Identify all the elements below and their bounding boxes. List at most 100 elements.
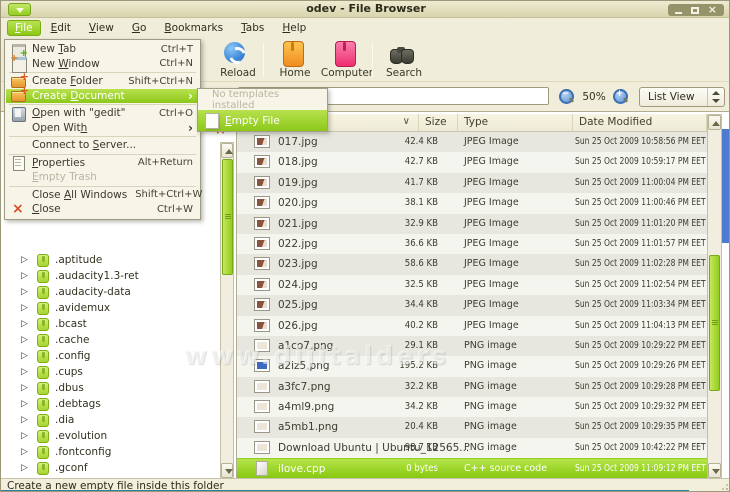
tree-item-label: .audacity1.3-ret — [55, 270, 139, 282]
table-row[interactable]: 017.jpg 42.4 KB JPEG Image Sun 25 Oct 20… — [237, 132, 707, 152]
toolbar-button[interactable]: Search — [375, 39, 427, 81]
tree-item[interactable]: ▷ .audacity-data — [1, 284, 219, 300]
list-scrollbar[interactable] — [707, 114, 722, 479]
toolbar-button[interactable]: Computer — [318, 39, 370, 81]
menu-item[interactable]: Open With › — [6, 121, 199, 136]
menu-separator — [9, 154, 196, 155]
submenu-item-label: Empty File — [225, 115, 280, 127]
table-row[interactable]: 026.jpg 40.2 KB JPEG Image Sun 25 Oct 20… — [237, 316, 707, 336]
view-mode-select[interactable]: List View — [639, 87, 725, 107]
scroll-down-arrow[interactable] — [708, 463, 721, 478]
tree-item[interactable]: ▷ .bcast — [1, 316, 219, 332]
menu-item-shortcut: Alt+Return — [138, 157, 193, 168]
tree-item[interactable]: ▷ .fontconfig — [1, 444, 219, 460]
table-row[interactable]: a3fc7.png 32.2 KB PNG image Sun 25 Oct 2… — [237, 377, 707, 397]
tree-item[interactable]: ▷ .dia — [1, 412, 219, 428]
menu-item[interactable]: Open with "gedit" Ctrl+O › — [6, 106, 199, 121]
menu-item[interactable]: Create Folder Shift+Ctrl+N › — [6, 74, 199, 89]
toolbar-button[interactable]: Home — [266, 39, 318, 81]
file-type: JPEG Image — [464, 197, 519, 208]
resize-grip[interactable] — [726, 488, 728, 490]
expander-triangle-icon[interactable]: ▷ — [21, 428, 31, 444]
file-size: 41.7 KB — [383, 177, 438, 188]
menu-item[interactable]: Connect to Server... › — [6, 138, 199, 153]
tree-item[interactable]: ▷ .aptitude — [1, 252, 219, 268]
folder-icon — [37, 446, 49, 459]
expander-triangle-icon[interactable]: ▷ — [21, 396, 31, 412]
tree-item-label: .audacity-data — [55, 286, 131, 298]
table-row[interactable]: 021.jpg 32.9 KB JPEG Image Sun 25 Oct 20… — [237, 214, 707, 234]
minimize-button[interactable] — [675, 7, 682, 14]
tree-item[interactable]: ▷ .gconf — [1, 460, 219, 476]
menu-item-icon — [11, 171, 27, 184]
close-button[interactable]: × — [708, 5, 717, 15]
menubar-item[interactable]: File — [7, 20, 41, 36]
zoom-in-button[interactable]: + — [613, 89, 629, 105]
menubar-item[interactable]: Go — [124, 20, 155, 36]
file-size: 42.4 KB — [383, 136, 438, 147]
file-thumbnail-icon — [254, 135, 270, 148]
menu-item[interactable]: Properties Alt+Return › — [6, 156, 199, 171]
scroll-up-arrow[interactable] — [221, 143, 233, 158]
file-menu-popup: New Tab Ctrl+T › New Window Ctrl+N › Cre… — [4, 39, 201, 220]
tree-item[interactable]: ▷ .avidemux — [1, 300, 219, 316]
folder-icon — [37, 414, 49, 427]
table-row[interactable]: 018.jpg 42.7 KB JPEG Image Sun 25 Oct 20… — [237, 152, 707, 172]
scrollbar-thumb[interactable] — [222, 159, 233, 275]
menu-item[interactable]: New Tab Ctrl+T › — [6, 42, 199, 57]
titlebar[interactable]: odev - File Browser × — [1, 1, 730, 18]
expander-triangle-icon[interactable]: ▷ — [21, 460, 31, 476]
tree-scrollbar[interactable] — [220, 142, 234, 479]
column-header-type[interactable]: Type — [458, 114, 573, 132]
table-row[interactable]: 023.jpg 58.6 KB JPEG Image Sun 25 Oct 20… — [237, 254, 707, 274]
table-row[interactable]: 022.jpg 36.6 KB JPEG Image Sun 25 Oct 20… — [237, 234, 707, 254]
menu-item[interactable]: Create Document › — [6, 89, 199, 104]
expander-triangle-icon[interactable]: ▷ — [21, 444, 31, 460]
table-row[interactable]: 019.jpg 41.7 KB JPEG Image Sun 25 Oct 20… — [237, 173, 707, 193]
menu-item[interactable]: Close All Windows Shift+Ctrl+W › — [6, 188, 199, 203]
submenu-item[interactable]: Empty File — [198, 110, 327, 131]
menubar-item[interactable]: Tabs — [233, 20, 272, 36]
menubar-item[interactable]: Help — [274, 20, 314, 36]
expander-triangle-icon[interactable]: ▷ — [21, 380, 31, 396]
menubar-item[interactable]: Bookmarks — [156, 20, 231, 36]
scrollbar-thumb[interactable] — [709, 255, 720, 391]
file-thumbnail-icon — [254, 319, 270, 332]
menubar-item[interactable]: View — [81, 20, 122, 36]
menu-item[interactable]: Empty Trash › — [6, 170, 199, 185]
table-row[interactable]: 020.jpg 38.1 KB JPEG Image Sun 25 Oct 20… — [237, 193, 707, 213]
toolbar-button[interactable]: Reload — [209, 39, 261, 81]
table-row[interactable]: a5mb1.png 20.4 KB PNG image Sun 25 Oct 2… — [237, 417, 707, 437]
tree-item[interactable]: ▷ .dbus — [1, 380, 219, 396]
submenu-item[interactable]: No templates installed — [198, 89, 327, 110]
tree-item[interactable]: ▷ .audacity1.3-ret — [1, 268, 219, 284]
expander-triangle-icon[interactable]: ▷ — [21, 316, 31, 332]
column-header-size[interactable]: Size — [419, 114, 458, 132]
table-row[interactable]: 024.jpg 32.5 KB JPEG Image Sun 25 Oct 20… — [237, 275, 707, 295]
expander-triangle-icon[interactable]: ▷ — [21, 332, 31, 348]
column-header-date[interactable]: Date Modified — [573, 114, 707, 132]
scroll-up-arrow[interactable] — [708, 115, 721, 130]
expander-triangle-icon[interactable]: ▷ — [21, 412, 31, 428]
expander-triangle-icon[interactable]: ▷ — [21, 284, 31, 300]
scroll-down-arrow[interactable] — [221, 463, 233, 478]
tree-item[interactable]: ▷ .evolution — [1, 428, 219, 444]
table-row[interactable]: a4ml9.png 34.2 KB PNG image Sun 25 Oct 2… — [237, 397, 707, 417]
table-row[interactable]: ilove.cpp 0 bytes C++ source code Sun 25… — [237, 458, 707, 478]
table-row[interactable]: Download Ubuntu | Ubuntu_12565... 98.7 K… — [237, 438, 707, 458]
file-thumbnail-icon — [256, 461, 268, 476]
menubar-item[interactable]: Edit — [43, 20, 79, 36]
file-type: JPEG Image — [464, 177, 519, 188]
expander-triangle-icon[interactable]: ▷ — [21, 268, 31, 284]
table-row[interactable]: 025.jpg 34.4 KB JPEG Image Sun 25 Oct 20… — [237, 295, 707, 315]
sort-descending-icon: ∨ — [403, 116, 410, 127]
menu-item[interactable]: Close Ctrl+W › — [6, 202, 199, 217]
expander-triangle-icon[interactable]: ▷ — [21, 364, 31, 380]
maximize-button[interactable] — [691, 7, 699, 14]
menu-item[interactable]: New Window Ctrl+N › — [6, 57, 199, 72]
expander-triangle-icon[interactable]: ▷ — [21, 252, 31, 268]
zoom-out-button[interactable]: − — [559, 89, 575, 105]
tree-item[interactable]: ▷ .debtags — [1, 396, 219, 412]
expander-triangle-icon[interactable]: ▷ — [21, 300, 31, 316]
expander-triangle-icon[interactable]: ▷ — [21, 348, 31, 364]
